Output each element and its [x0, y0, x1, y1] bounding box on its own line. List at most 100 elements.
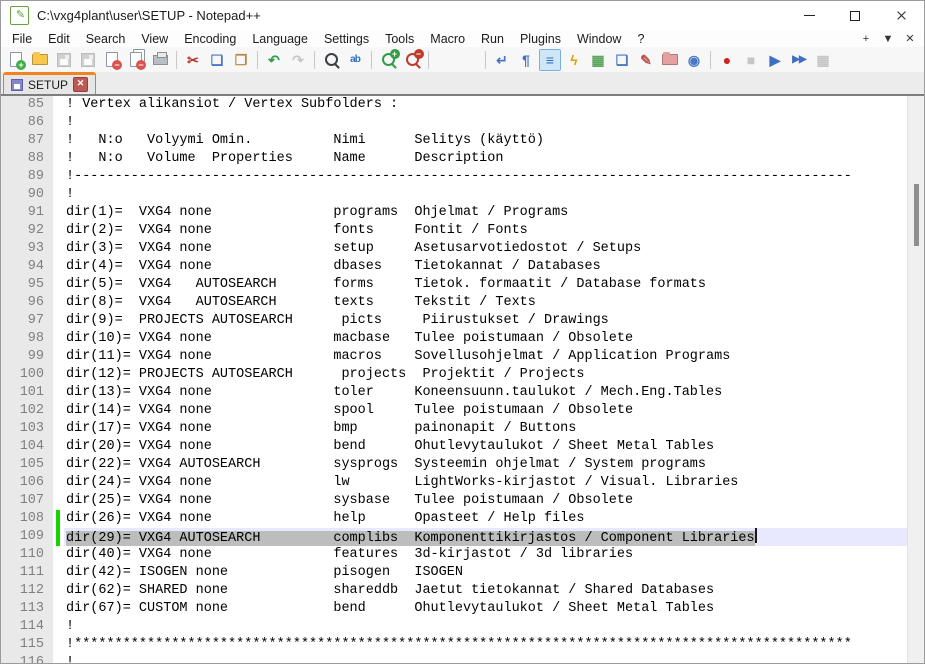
word-wrap-button[interactable]: ↵ — [491, 49, 513, 71]
code-text[interactable]: dir(24)= VXG4 none lw LightWorks-kirjast… — [64, 474, 924, 492]
editor-line-89[interactable]: 89!-------------------------------------… — [1, 168, 924, 186]
menu-view[interactable]: View — [133, 32, 176, 46]
menu-file[interactable]: File — [4, 32, 40, 46]
editor-line-105[interactable]: 105dir(22)= VXG4 AUTOSEARCH sysprogs Sys… — [1, 456, 924, 474]
editor-line-100[interactable]: 100dir(12)= PROJECTS AUTOSEARCH projects… — [1, 366, 924, 384]
close-all-button[interactable]: − — [125, 49, 147, 71]
replace-button[interactable]: ab — [344, 49, 366, 71]
code-text[interactable]: dir(13)= VXG4 none toler Koneensuunn.tau… — [64, 384, 924, 402]
editor-line-86[interactable]: 86! — [1, 114, 924, 132]
show-paragraph-button[interactable]: ¶ — [515, 49, 537, 71]
code-text[interactable]: dir(5)= VXG4 AUTOSEARCH forms Tietok. fo… — [64, 276, 924, 294]
vertical-scrollbar[interactable] — [907, 96, 924, 663]
code-text[interactable]: ! N:o Volyymi Omin. Nimi Selitys (käyttö… — [64, 132, 924, 150]
zoom-in-button[interactable]: + — [377, 49, 399, 71]
code-text[interactable]: dir(62)= SHARED none shareddb Jaetut tie… — [64, 582, 924, 600]
editor-line-107[interactable]: 107dir(25)= VXG4 none sysbase Tulee pois… — [1, 492, 924, 510]
tab-close-icon[interactable]: ✕ — [73, 77, 88, 92]
line-number[interactable]: 115 — [1, 636, 53, 654]
cut-button[interactable]: ✂ — [182, 49, 204, 71]
line-number[interactable]: 105 — [1, 456, 53, 474]
code-text[interactable]: dir(3)= VXG4 none setup Asetusarvotiedos… — [64, 240, 924, 258]
code-text[interactable]: !***************************************… — [64, 636, 924, 654]
line-number[interactable]: 100 — [1, 366, 53, 384]
print-button[interactable] — [149, 49, 171, 71]
line-number[interactable]: 98 — [1, 330, 53, 348]
line-number[interactable]: 95 — [1, 276, 53, 294]
menu-run[interactable]: Run — [473, 32, 512, 46]
code-text[interactable]: ! — [64, 654, 924, 663]
macro-run-multiple-button[interactable]: ▶▶ — [788, 49, 810, 71]
close-tab-button[interactable]: ✕ — [899, 32, 921, 45]
find-button[interactable] — [320, 49, 342, 71]
document-list-button[interactable]: ✎ — [635, 49, 657, 71]
line-number[interactable]: 102 — [1, 402, 53, 420]
new-tab-button[interactable]: + — [855, 33, 877, 45]
line-number[interactable]: 99 — [1, 348, 53, 366]
line-number[interactable]: 106 — [1, 474, 53, 492]
editor-line-113[interactable]: 113dir(67)= CUSTOM none bend Ohutlevytau… — [1, 600, 924, 618]
code-text[interactable]: dir(29)= VXG4 AUTOSEARCH complibs Kompon… — [64, 528, 924, 546]
editor-line-116[interactable]: 116! — [1, 654, 924, 663]
menu-plugins[interactable]: Plugins — [512, 32, 569, 46]
code-text[interactable]: dir(9)= PROJECTS AUTOSEARCH picts Piirus… — [64, 312, 924, 330]
folder-as-workspace-button[interactable] — [659, 49, 681, 71]
line-number[interactable]: 111 — [1, 564, 53, 582]
code-text[interactable]: dir(10)= VXG4 none macbase Tulee poistum… — [64, 330, 924, 348]
save-file-button[interactable] — [53, 49, 75, 71]
editor-line-109[interactable]: 109dir(29)= VXG4 AUTOSEARCH complibs Kom… — [1, 528, 924, 546]
editor-line-91[interactable]: 91dir(1)= VXG4 none programs Ohjelmat / … — [1, 204, 924, 222]
new-file-button[interactable]: + — [5, 49, 27, 71]
editor-line-96[interactable]: 96 dir(8)= VXG4 AUTOSEARCH texts Tekstit … — [1, 294, 924, 312]
menu-language[interactable]: Language — [244, 32, 316, 46]
editor-line-98[interactable]: 98 dir(10)= VXG4 none macbase Tulee poist… — [1, 330, 924, 348]
editor-line-93[interactable]: 93dir(3)= VXG4 none setup Asetusarvotied… — [1, 240, 924, 258]
menu-tools[interactable]: Tools — [377, 32, 422, 46]
macro-record-button[interactable]: ● — [716, 49, 738, 71]
code-text[interactable]: dir(14)= VXG4 none spool Tulee poistumaa… — [64, 402, 924, 420]
editor-line-115[interactable]: 115 !************************************… — [1, 636, 924, 654]
editor-line-97[interactable]: 97 dir(9)= PROJECTS AUTOSEARCH picts Piir… — [1, 312, 924, 330]
code-text[interactable]: dir(20)= VXG4 none bend Ohutlevytaulukot… — [64, 438, 924, 456]
macro-stop-button[interactable]: ■ — [740, 49, 762, 71]
line-number[interactable]: 116 — [1, 654, 53, 663]
menu-window[interactable]: Window — [569, 32, 629, 46]
line-number[interactable]: 97 — [1, 312, 53, 330]
tab-list-dropdown[interactable]: ▼ — [877, 33, 899, 45]
sync-horizontal-scroll-button[interactable] — [458, 49, 480, 71]
code-text[interactable]: dir(2)= VXG4 none fonts Fontit / Fonts — [64, 222, 924, 240]
line-number[interactable]: 108 — [1, 510, 53, 528]
code-text[interactable]: dir(40)= VXG4 none features 3d-kirjastot… — [64, 546, 924, 564]
close-file-button[interactable]: − — [101, 49, 123, 71]
line-number[interactable]: 88 — [1, 150, 53, 168]
code-text[interactable]: ! — [64, 618, 924, 636]
show-all-characters-button[interactable]: ≡ — [539, 49, 561, 71]
paste-button[interactable]: ❐ — [230, 49, 252, 71]
macro-play-button[interactable]: ▶ — [764, 49, 786, 71]
line-number[interactable]: 91 — [1, 204, 53, 222]
editor-line-108[interactable]: 108 dir(26)= VXG4 none help Opasteet / He… — [1, 510, 924, 528]
line-number[interactable]: 89 — [1, 168, 53, 186]
editor-line-88[interactable]: 88! N:o Volume Properties Name Descripti… — [1, 150, 924, 168]
sync-vertical-scroll-button[interactable] — [434, 49, 456, 71]
code-text[interactable]: dir(17)= VXG4 none bmp painonapit / Butt… — [64, 420, 924, 438]
line-number[interactable]: 104 — [1, 438, 53, 456]
editor-line-87[interactable]: 87! N:o Volyymi Omin. Nimi Selitys (käyt… — [1, 132, 924, 150]
code-text[interactable]: dir(42)= ISOGEN none pisogen ISOGEN — [64, 564, 924, 582]
editor-line-111[interactable]: 111 dir(42)= ISOGEN none pisogen ISOGEN — [1, 564, 924, 582]
editor-line-92[interactable]: 92 dir(2)= VXG4 none fonts Fontit / Fonts — [1, 222, 924, 240]
code-text[interactable]: dir(25)= VXG4 none sysbase Tulee poistum… — [64, 492, 924, 510]
editor-line-90[interactable]: 90! — [1, 186, 924, 204]
menu-encoding[interactable]: Encoding — [176, 32, 244, 46]
code-text[interactable]: dir(8)= VXG4 AUTOSEARCH texts Tekstit / … — [64, 294, 924, 312]
line-number[interactable]: 101 — [1, 384, 53, 402]
menu-edit[interactable]: Edit — [40, 32, 78, 46]
code-text[interactable]: dir(26)= VXG4 none help Opasteet / Help … — [64, 510, 924, 528]
code-text[interactable]: ! Vertex alikansiot / Vertex Subfolders … — [64, 96, 924, 114]
editor-line-99[interactable]: 99dir(11)= VXG4 none macros Sovellusohje… — [1, 348, 924, 366]
editor-line-114[interactable]: 114! — [1, 618, 924, 636]
line-number[interactable]: 92 — [1, 222, 53, 240]
line-number[interactable]: 96 — [1, 294, 53, 312]
line-number[interactable]: 90 — [1, 186, 53, 204]
document-map-button[interactable]: ❏ — [611, 49, 633, 71]
